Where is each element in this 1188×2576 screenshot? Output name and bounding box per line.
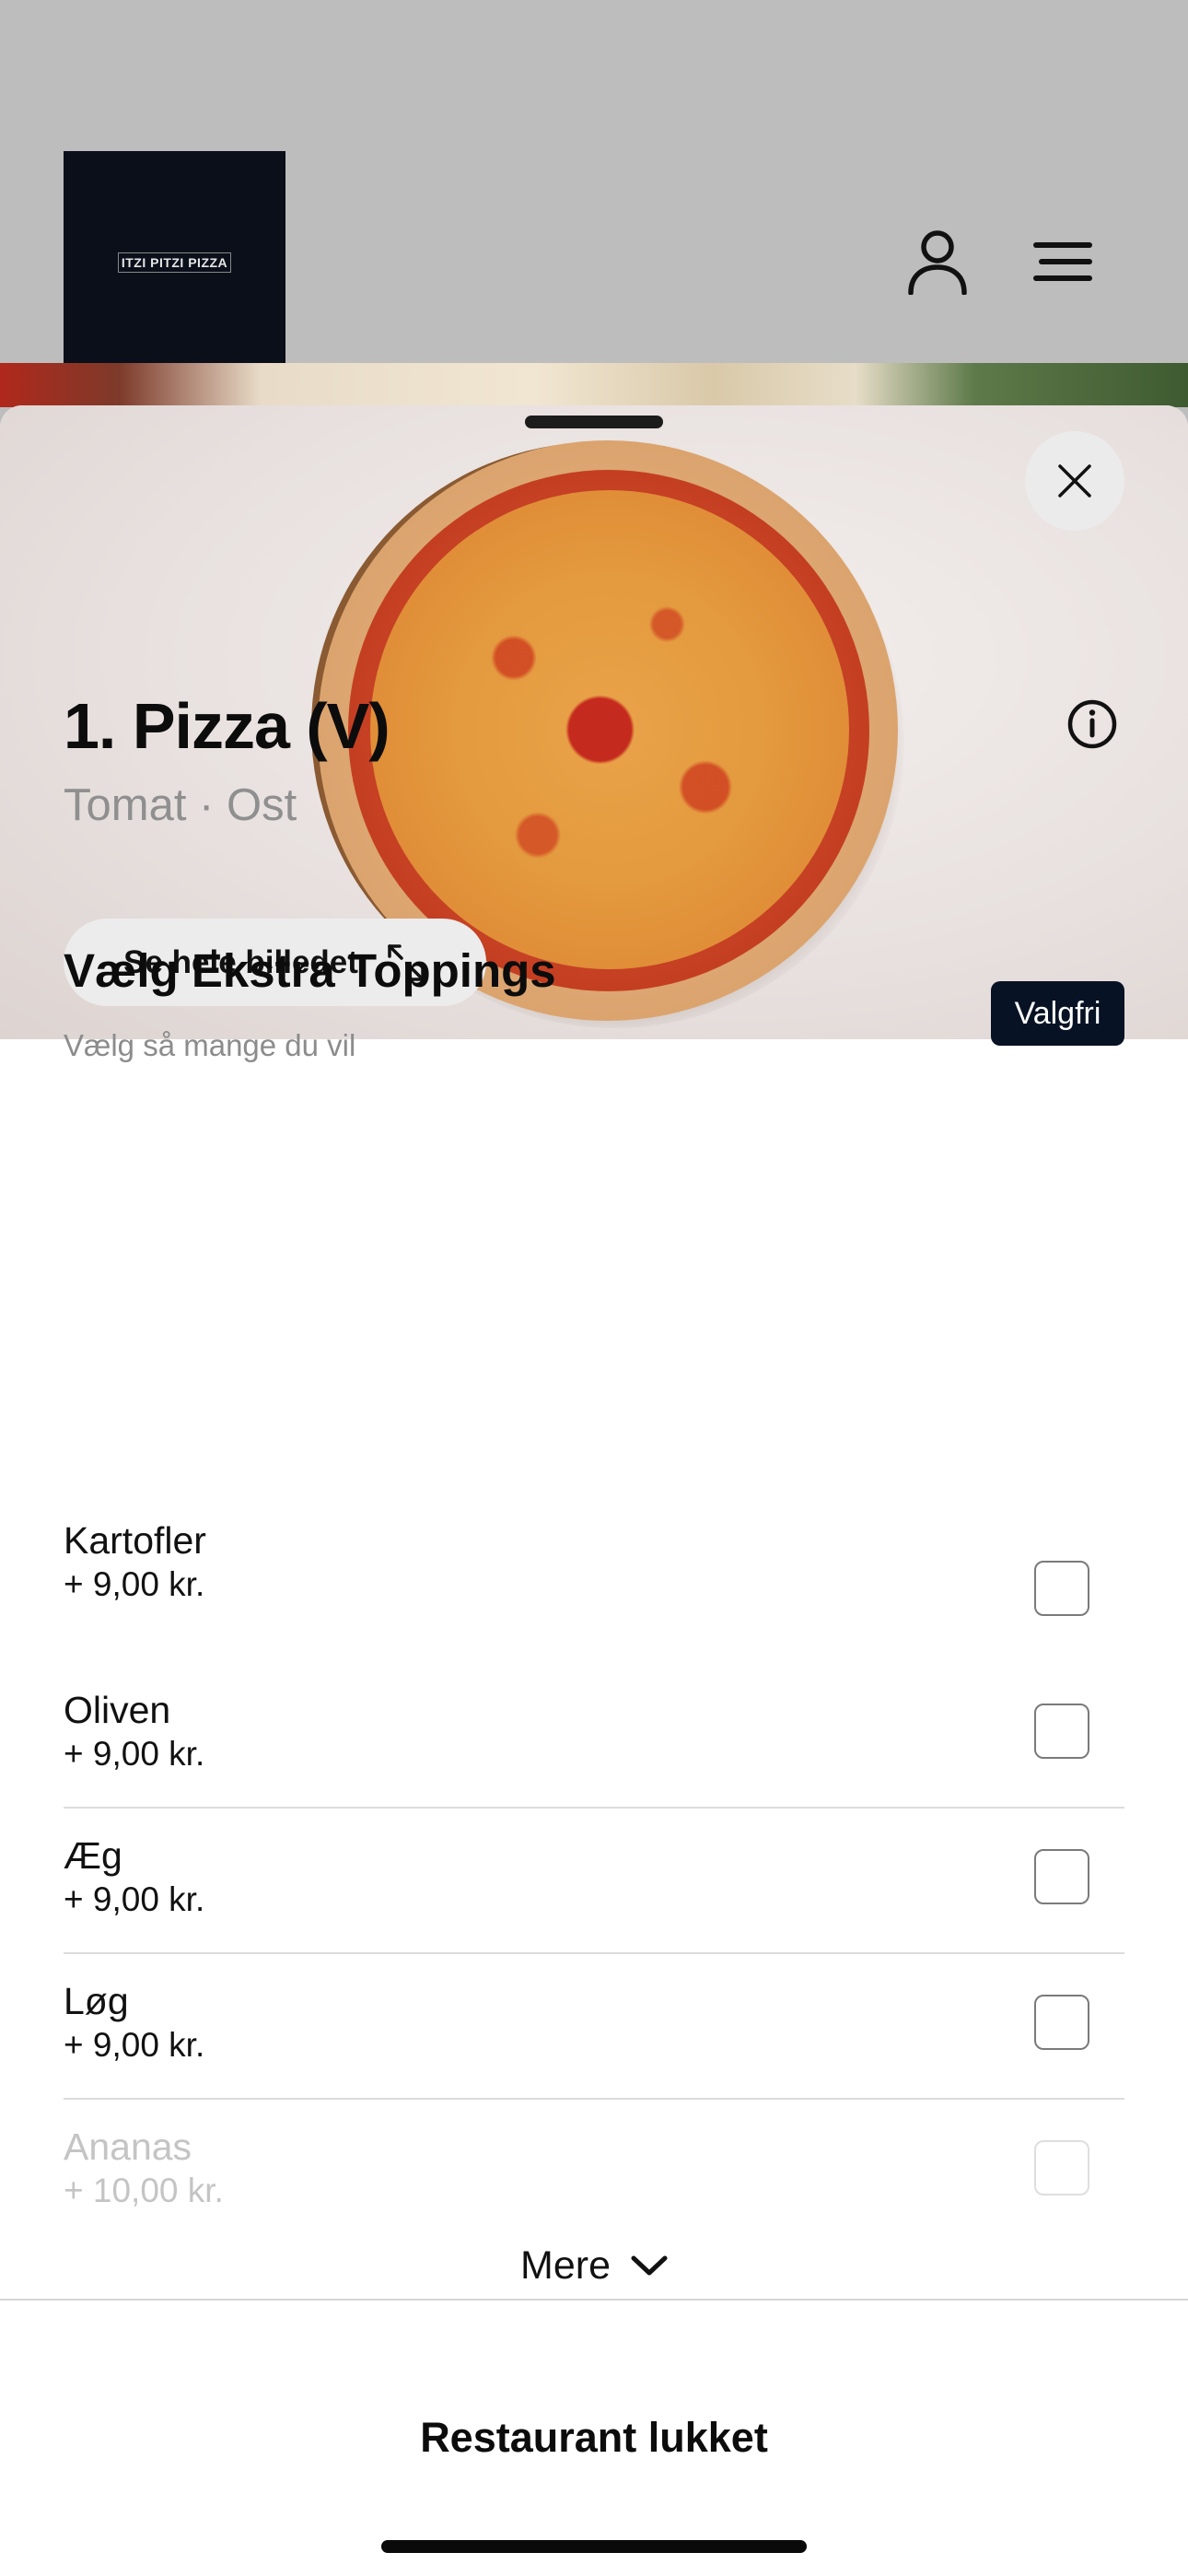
restaurant-logo[interactable]: ITZI PITZI PIZZA <box>64 151 285 373</box>
topping-checkbox[interactable] <box>1034 1704 1089 1759</box>
topping-checkbox[interactable] <box>1034 1849 1089 1904</box>
show-more-button[interactable]: Mere <box>0 2233 1188 2298</box>
topping-price: + 9,00 kr. <box>64 1565 205 1603</box>
restaurant-closed-label: Restaurant lukket <box>420 2414 768 2461</box>
chevron-down-icon <box>631 2255 668 2276</box>
background-food-image <box>0 363 1188 407</box>
product-ingredients: Tomat · Ost <box>64 780 297 830</box>
home-indicator <box>381 2540 807 2553</box>
hamburger-menu-icon[interactable] <box>1027 226 1099 298</box>
topping-name: Æg <box>64 1834 122 1877</box>
topping-option[interactable]: Oliven + 9,00 kr. <box>64 1663 1124 1809</box>
info-icon[interactable] <box>1066 698 1118 750</box>
app-header: ITZI PITZI PIZZA <box>0 0 1188 373</box>
topping-option[interactable]: Løg + 9,00 kr. <box>64 1954 1124 2100</box>
topping-price: + 10,00 kr. <box>64 2172 224 2209</box>
topping-name: Ananas <box>64 2125 192 2168</box>
topping-name: Kartofler <box>64 1519 206 1562</box>
logo-text: ITZI PITZI PIZZA <box>117 252 232 273</box>
product-title: 1. Pizza (V) <box>64 690 390 762</box>
toppings-section-title: Vælg Ekstra Toppings <box>64 944 556 997</box>
show-more-label: Mere <box>520 2242 611 2288</box>
topping-checkbox[interactable] <box>1034 2140 1089 2195</box>
toppings-list: Kartofler + 9,00 kr. <box>64 1519 1124 1663</box>
topping-option[interactable]: Ananas + 10,00 kr. <box>64 2100 1124 2243</box>
user-icon[interactable] <box>902 226 973 298</box>
topping-checkbox[interactable] <box>1034 1995 1089 2050</box>
topping-option[interactable]: Kartofler + 9,00 kr. <box>64 1519 1124 1663</box>
close-button[interactable] <box>1025 431 1124 531</box>
sheet-grabber[interactable] <box>525 416 663 428</box>
topping-name: Løg <box>64 1980 129 2022</box>
pizza-cheese <box>370 490 849 969</box>
topping-name: Oliven <box>64 1689 171 1731</box>
topping-price: + 9,00 kr. <box>64 2026 205 2064</box>
topping-checkbox[interactable] <box>1034 1561 1089 1616</box>
toppings-list-rest: Oliven + 9,00 kr. Æg + 9,00 kr. Løg + 9,… <box>64 1663 1124 2243</box>
topping-option[interactable]: Æg + 9,00 kr. <box>64 1809 1124 1954</box>
optional-badge: Valgfri <box>991 981 1124 1046</box>
close-icon <box>1058 464 1091 498</box>
topping-price: + 9,00 kr. <box>64 1880 205 1918</box>
toppings-section-subtitle: Vælg så mange du vil <box>64 1028 356 1062</box>
topping-price: + 9,00 kr. <box>64 1735 205 1773</box>
